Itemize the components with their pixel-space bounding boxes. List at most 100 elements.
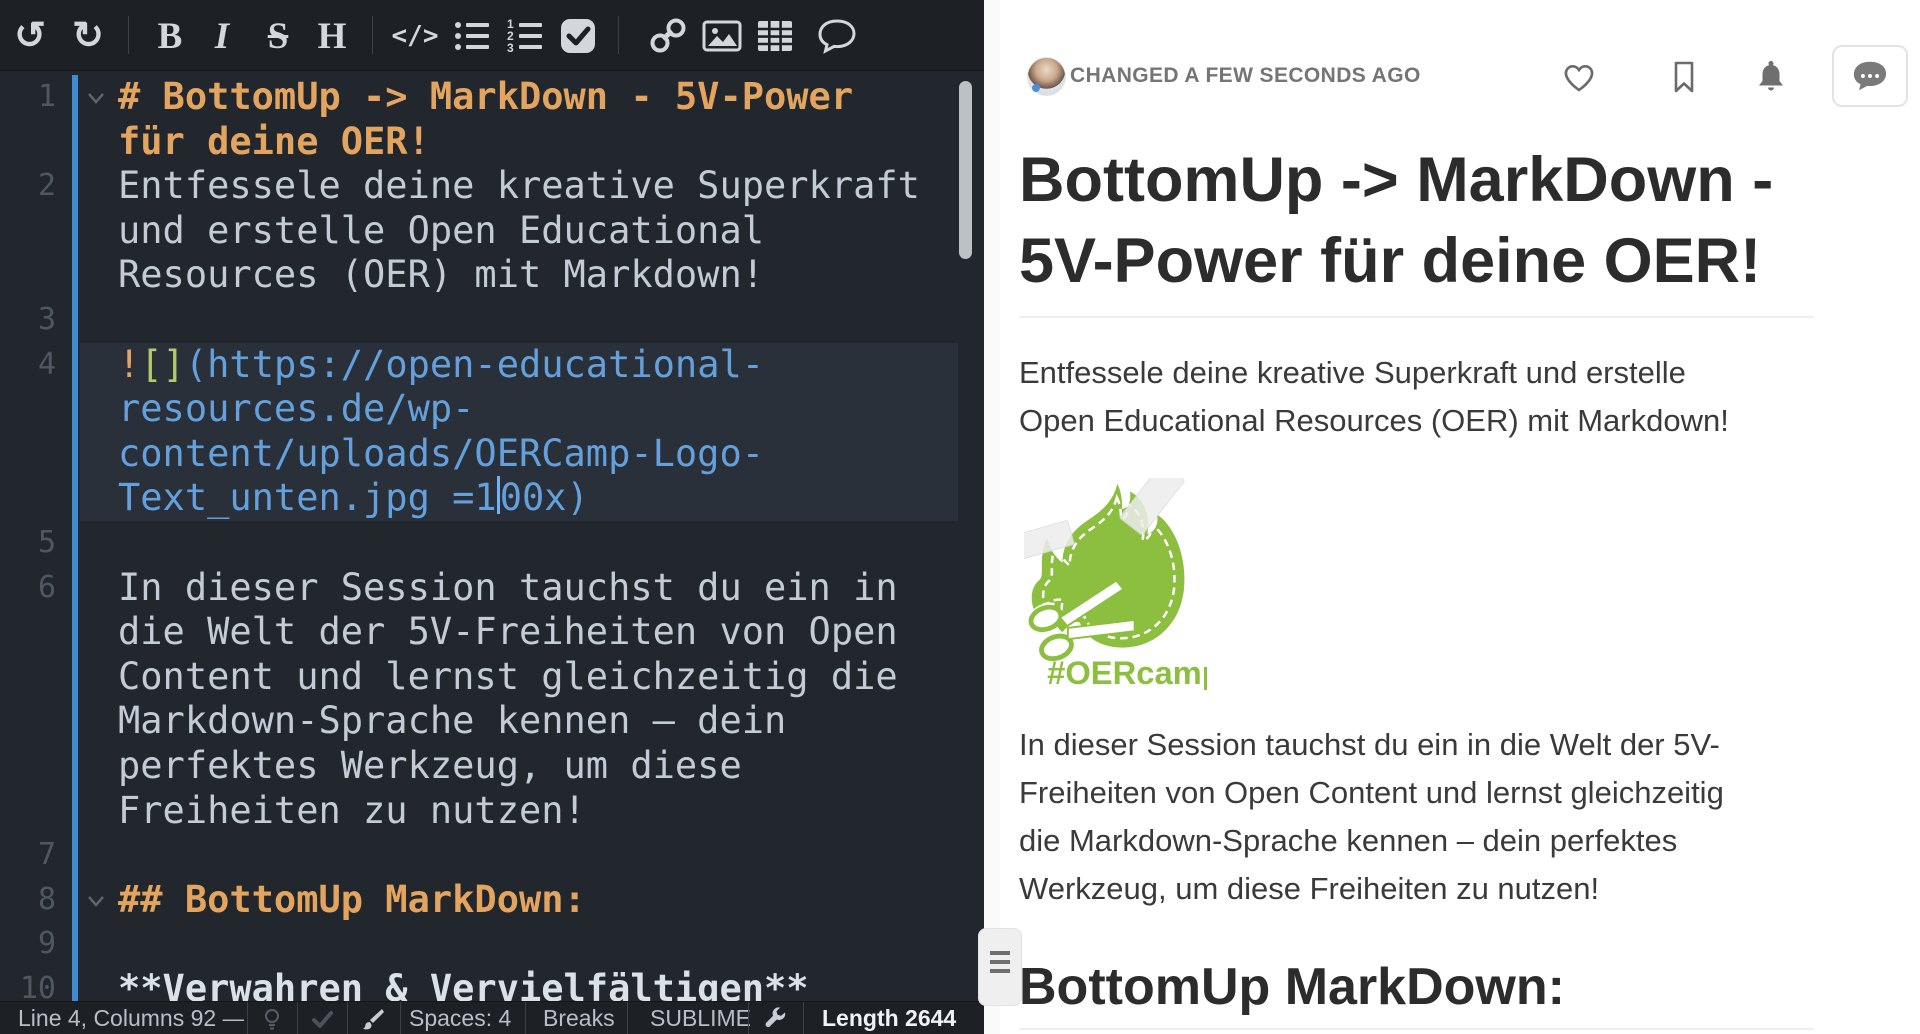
statusbar-divider	[525, 1002, 526, 1034]
statusbar-divider	[803, 1002, 804, 1034]
heading-glyph: H	[317, 15, 347, 57]
markdown-editor[interactable]: 1 # BottomUp -> MarkDown - 5V-Power für d…	[0, 71, 984, 1002]
code-line[interactable]: 8 ## BottomUp MarkDown:	[0, 877, 984, 923]
line-number: 4	[37, 346, 56, 382]
italic-glyph: I	[214, 15, 230, 57]
code-line[interactable]: 5	[0, 520, 984, 566]
paintbrush-icon[interactable]	[360, 1006, 386, 1032]
fold-chevron-icon[interactable]	[84, 86, 108, 110]
authorship-bar	[72, 75, 78, 165]
code-line[interactable]: 7	[0, 833, 984, 878]
statusbar-divider	[748, 1002, 749, 1034]
app-window: ↺ ↻ B I S H </> 123 1 # BottomUp -> Mark…	[0, 0, 1920, 1034]
code-line[interactable]: 9	[0, 922, 984, 967]
heading-icon[interactable]: H	[309, 13, 355, 59]
breaks-setting[interactable]: Breaks	[543, 1005, 615, 1031]
code-line[interactable]: 4 ![](https://open-educational- resources…	[0, 342, 984, 522]
italic-icon[interactable]: I	[199, 13, 245, 59]
bell-icon[interactable]	[1752, 58, 1790, 96]
code-icon[interactable]: </>	[391, 13, 439, 59]
logo-text: #OERcamp	[1047, 654, 1207, 690]
svg-text:3: 3	[507, 41, 514, 55]
authorship-bar	[72, 833, 78, 878]
line-number: 6	[37, 569, 56, 605]
statusbar-divider	[297, 1002, 298, 1034]
editor-scrollbar[interactable]	[959, 81, 972, 259]
authorship-bar	[72, 922, 78, 967]
bold-icon[interactable]: B	[147, 13, 193, 59]
doc-length: Length 2644	[822, 1005, 957, 1031]
changed-timestamp: CHANGED A FEW SECONDS AGO	[1070, 64, 1421, 87]
image-icon[interactable]	[699, 13, 745, 59]
line-text: ![](https://open-educational- resources.…	[118, 342, 765, 520]
toolbar-divider	[128, 16, 129, 54]
title-divider	[1019, 316, 1814, 318]
comment-icon[interactable]	[814, 13, 860, 59]
section-divider	[1019, 1028, 1814, 1030]
code-line[interactable]: 2 Entfessele deine kreative Superkraft un…	[0, 164, 984, 298]
statusbar-divider	[347, 1002, 348, 1034]
line-number: 8	[37, 881, 56, 917]
line-text: Entfessele deine kreative Superkraft und…	[118, 164, 920, 297]
authorship-bar	[72, 297, 78, 343]
spaces-setting[interactable]: Spaces: 4	[409, 1005, 511, 1031]
line-text: # BottomUp -> MarkDown - 5V-Power für de…	[118, 75, 854, 163]
code-line[interactable]: 1 # BottomUp -> MarkDown - 5V-Power für d…	[0, 75, 984, 165]
line-number: 7	[37, 837, 56, 873]
fold-chevron-icon[interactable]	[84, 889, 108, 913]
code-line[interactable]: 10 **Verwahren & Vervielfältigen**	[0, 966, 984, 1002]
lightbulb-icon[interactable]	[259, 1006, 285, 1032]
authorship-bar	[72, 966, 78, 1002]
checklist-icon[interactable]	[555, 13, 601, 59]
line-number: 3	[37, 301, 56, 337]
session-paragraph: In dieser Session tauchst du ein in die …	[1019, 727, 1724, 906]
check-icon[interactable]	[309, 1006, 335, 1032]
bullet-list-icon[interactable]	[449, 13, 495, 59]
line-text: **Verwahren & Vervielfältigen**	[118, 966, 809, 1002]
authorship-bar	[72, 520, 78, 566]
bold-glyph: B	[157, 15, 183, 57]
line-number: 9	[37, 926, 56, 962]
comment-button[interactable]	[1832, 45, 1908, 107]
wrench-icon[interactable]	[762, 1006, 788, 1032]
code-glyph: </>	[391, 21, 439, 51]
statusbar-divider	[627, 1002, 628, 1034]
authorship-bar	[72, 877, 78, 923]
line-number: 5	[37, 524, 56, 560]
table-icon[interactable]	[752, 13, 798, 59]
heart-icon[interactable]	[1560, 58, 1598, 96]
intro-paragraph: Entfessele deine kreative Superkraft und…	[1019, 355, 1729, 438]
undo-icon[interactable]: ↺	[7, 13, 53, 59]
code-line[interactable]: 6 In dieser Session tauchst du ein in die…	[0, 565, 984, 834]
comment-filled-icon	[1853, 61, 1887, 91]
redo-icon[interactable]: ↻	[65, 13, 111, 59]
avatar-detail	[1032, 84, 1040, 92]
statusbar-divider	[247, 1002, 248, 1034]
statusbar-divider	[400, 1002, 401, 1034]
ordered-list-icon[interactable]: 123	[502, 13, 548, 59]
undo-glyph: ↺	[14, 15, 46, 57]
bookmark-icon[interactable]	[1665, 58, 1703, 96]
strike-glyph: S	[267, 15, 289, 57]
code-line[interactable]: 3	[0, 297, 984, 343]
toolbar-divider	[372, 16, 373, 54]
line-number: 2	[37, 168, 56, 204]
redo-glyph: ↻	[72, 15, 104, 57]
strikethrough-icon[interactable]: S	[255, 13, 301, 59]
editor-pane: ↺ ↻ B I S H </> 123 1 # BottomUp -> Mark…	[0, 0, 984, 1034]
section-heading: BottomUp MarkDown:	[1019, 958, 1565, 1016]
cursor-position: Line 4, Columns 92 — 21	[18, 1005, 244, 1031]
oercamp-logo: #OERcamp	[1008, 463, 1222, 691]
avatar[interactable]	[1027, 57, 1066, 96]
authorship-bar	[72, 164, 78, 298]
line-number: 10	[19, 970, 56, 1002]
keymap-setting[interactable]: SUBLIME	[650, 1005, 751, 1031]
pane-divider[interactable]	[984, 0, 1001, 1034]
line-text: In dieser Session tauchst du ein in die …	[118, 565, 898, 832]
link-icon[interactable]	[645, 13, 691, 59]
preview-pane: CHANGED A FEW SECONDS AGO BottomUp -> Ma…	[1000, 0, 1920, 1034]
split-grip-icon[interactable]	[978, 928, 1022, 1006]
authorship-bar	[72, 342, 78, 521]
toolbar-divider	[618, 16, 619, 54]
line-number: 1	[37, 79, 56, 114]
